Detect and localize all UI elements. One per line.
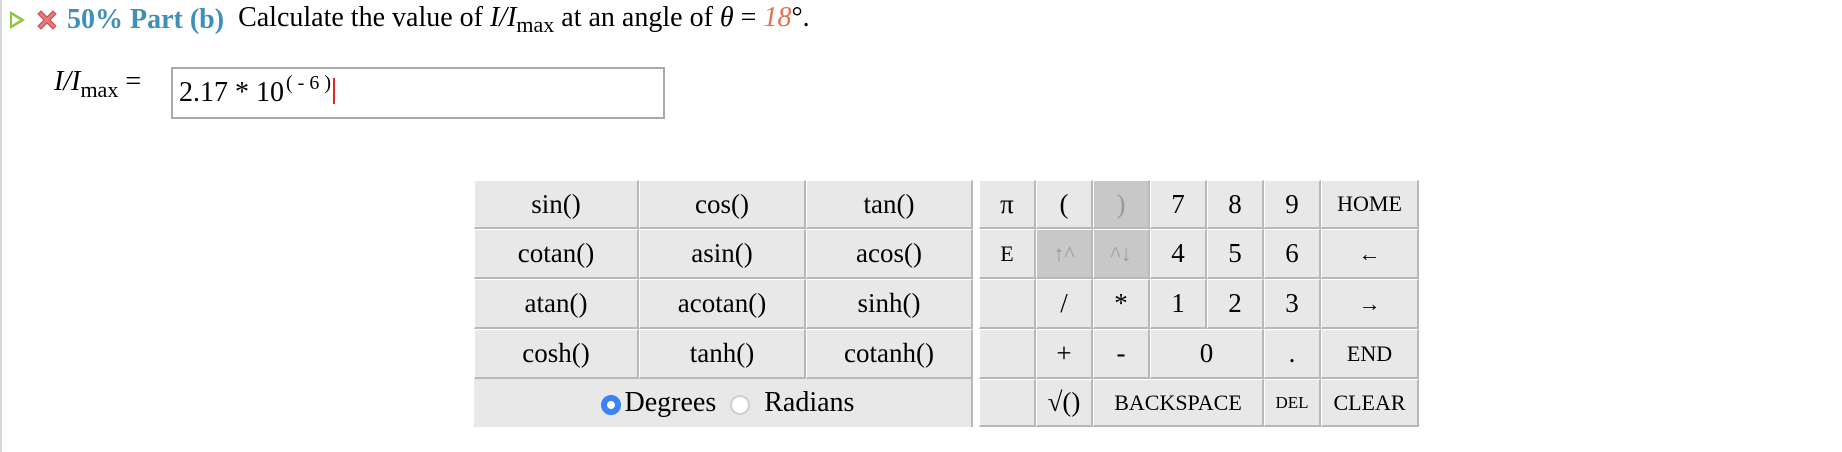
angle-mode-row: Degrees Radians xyxy=(474,379,973,427)
key-5[interactable]: 5 xyxy=(1207,229,1264,279)
answer-label-eq: = xyxy=(125,66,142,97)
degrees-radio[interactable] xyxy=(600,395,621,415)
question-mid: at an angle of xyxy=(561,2,713,33)
key-acotan[interactable]: acotan() xyxy=(639,279,806,329)
key-e[interactable]: E xyxy=(979,229,1036,279)
key-pi[interactable]: π xyxy=(979,180,1036,229)
key-blank-2 xyxy=(979,329,1036,379)
key-tan[interactable]: tan() xyxy=(806,180,973,229)
part-label: Part (b) xyxy=(130,4,225,35)
key-sqrt[interactable]: √() xyxy=(1036,379,1093,427)
score-label: 50% Part (b) xyxy=(67,4,224,36)
key-blank-3 xyxy=(979,379,1036,427)
text-caret xyxy=(332,78,335,104)
key-2[interactable]: 2 xyxy=(1207,279,1264,329)
key-end[interactable]: END xyxy=(1321,329,1419,379)
key-backspace[interactable]: BACKSPACE xyxy=(1093,379,1264,427)
angle-value: 18 xyxy=(763,2,792,33)
question-var: I/I xyxy=(489,2,517,33)
answer-value-base: 2.17 * 10 xyxy=(179,77,284,108)
key-atan[interactable]: atan() xyxy=(474,279,639,329)
key-sinh[interactable]: sinh() xyxy=(806,279,973,329)
answer-label-var: I/I xyxy=(54,66,81,97)
key-minus[interactable]: - xyxy=(1093,329,1150,379)
radians-radio[interactable] xyxy=(730,395,751,415)
play-icon[interactable] xyxy=(10,11,25,29)
key-right-arrow[interactable]: → xyxy=(1321,279,1419,329)
question-sub: max xyxy=(516,12,555,37)
key-down-arrow[interactable]: ^↓ xyxy=(1093,229,1150,279)
incorrect-x-icon xyxy=(37,10,57,30)
answer-label: I/Imax = xyxy=(54,66,141,103)
theta-symbol: θ xyxy=(719,2,734,33)
key-up-arrow[interactable]: ↑^ xyxy=(1036,229,1093,279)
key-0[interactable]: 0 xyxy=(1150,329,1264,379)
answer-input[interactable]: 2.17 * 10( - 6 ) xyxy=(171,67,665,119)
key-blank-1 xyxy=(979,279,1036,329)
left-border xyxy=(0,0,2,452)
question-equals: = xyxy=(740,2,757,33)
key-3[interactable]: 3 xyxy=(1264,279,1321,329)
key-del[interactable]: DEL xyxy=(1264,379,1321,427)
key-4[interactable]: 4 xyxy=(1150,229,1207,279)
key-9[interactable]: 9 xyxy=(1264,180,1321,229)
key-8[interactable]: 8 xyxy=(1207,180,1264,229)
key-dot[interactable]: . xyxy=(1264,329,1321,379)
key-open-paren[interactable]: ( xyxy=(1036,180,1093,229)
score-percent: 50% xyxy=(67,4,123,35)
key-6[interactable]: 6 xyxy=(1264,229,1321,279)
key-cos[interactable]: cos() xyxy=(639,180,806,229)
key-left-arrow[interactable]: ← xyxy=(1321,229,1419,279)
key-sin[interactable]: sin() xyxy=(474,180,639,229)
angle-unit: °. xyxy=(791,2,810,33)
degrees-label[interactable]: Degrees xyxy=(625,387,717,419)
question-header: 50% Part (b) Calculate the value of I/Im… xyxy=(10,0,810,40)
question-pre: Calculate the value of xyxy=(238,2,483,33)
key-tanh[interactable]: tanh() xyxy=(639,329,806,379)
key-plus[interactable]: + xyxy=(1036,329,1093,379)
key-cosh[interactable]: cosh() xyxy=(474,329,639,379)
key-7[interactable]: 7 xyxy=(1150,180,1207,229)
answer-value-exponent: ( - 6 ) xyxy=(286,71,331,94)
key-asin[interactable]: asin() xyxy=(639,229,806,279)
question-text: Calculate the value of I/Imax at an angl… xyxy=(238,2,810,38)
key-multiply[interactable]: * xyxy=(1093,279,1150,329)
key-home[interactable]: HOME xyxy=(1321,180,1419,229)
key-cotanh[interactable]: cotanh() xyxy=(806,329,973,379)
answer-label-sub: max xyxy=(80,77,119,102)
key-divide[interactable]: / xyxy=(1036,279,1093,329)
radians-label[interactable]: Radians xyxy=(764,387,854,419)
key-acos[interactable]: acos() xyxy=(806,229,973,279)
key-1[interactable]: 1 xyxy=(1150,279,1207,329)
key-clear[interactable]: CLEAR xyxy=(1321,379,1419,427)
key-close-paren[interactable]: ) xyxy=(1093,180,1150,229)
key-cotan[interactable]: cotan() xyxy=(474,229,639,279)
